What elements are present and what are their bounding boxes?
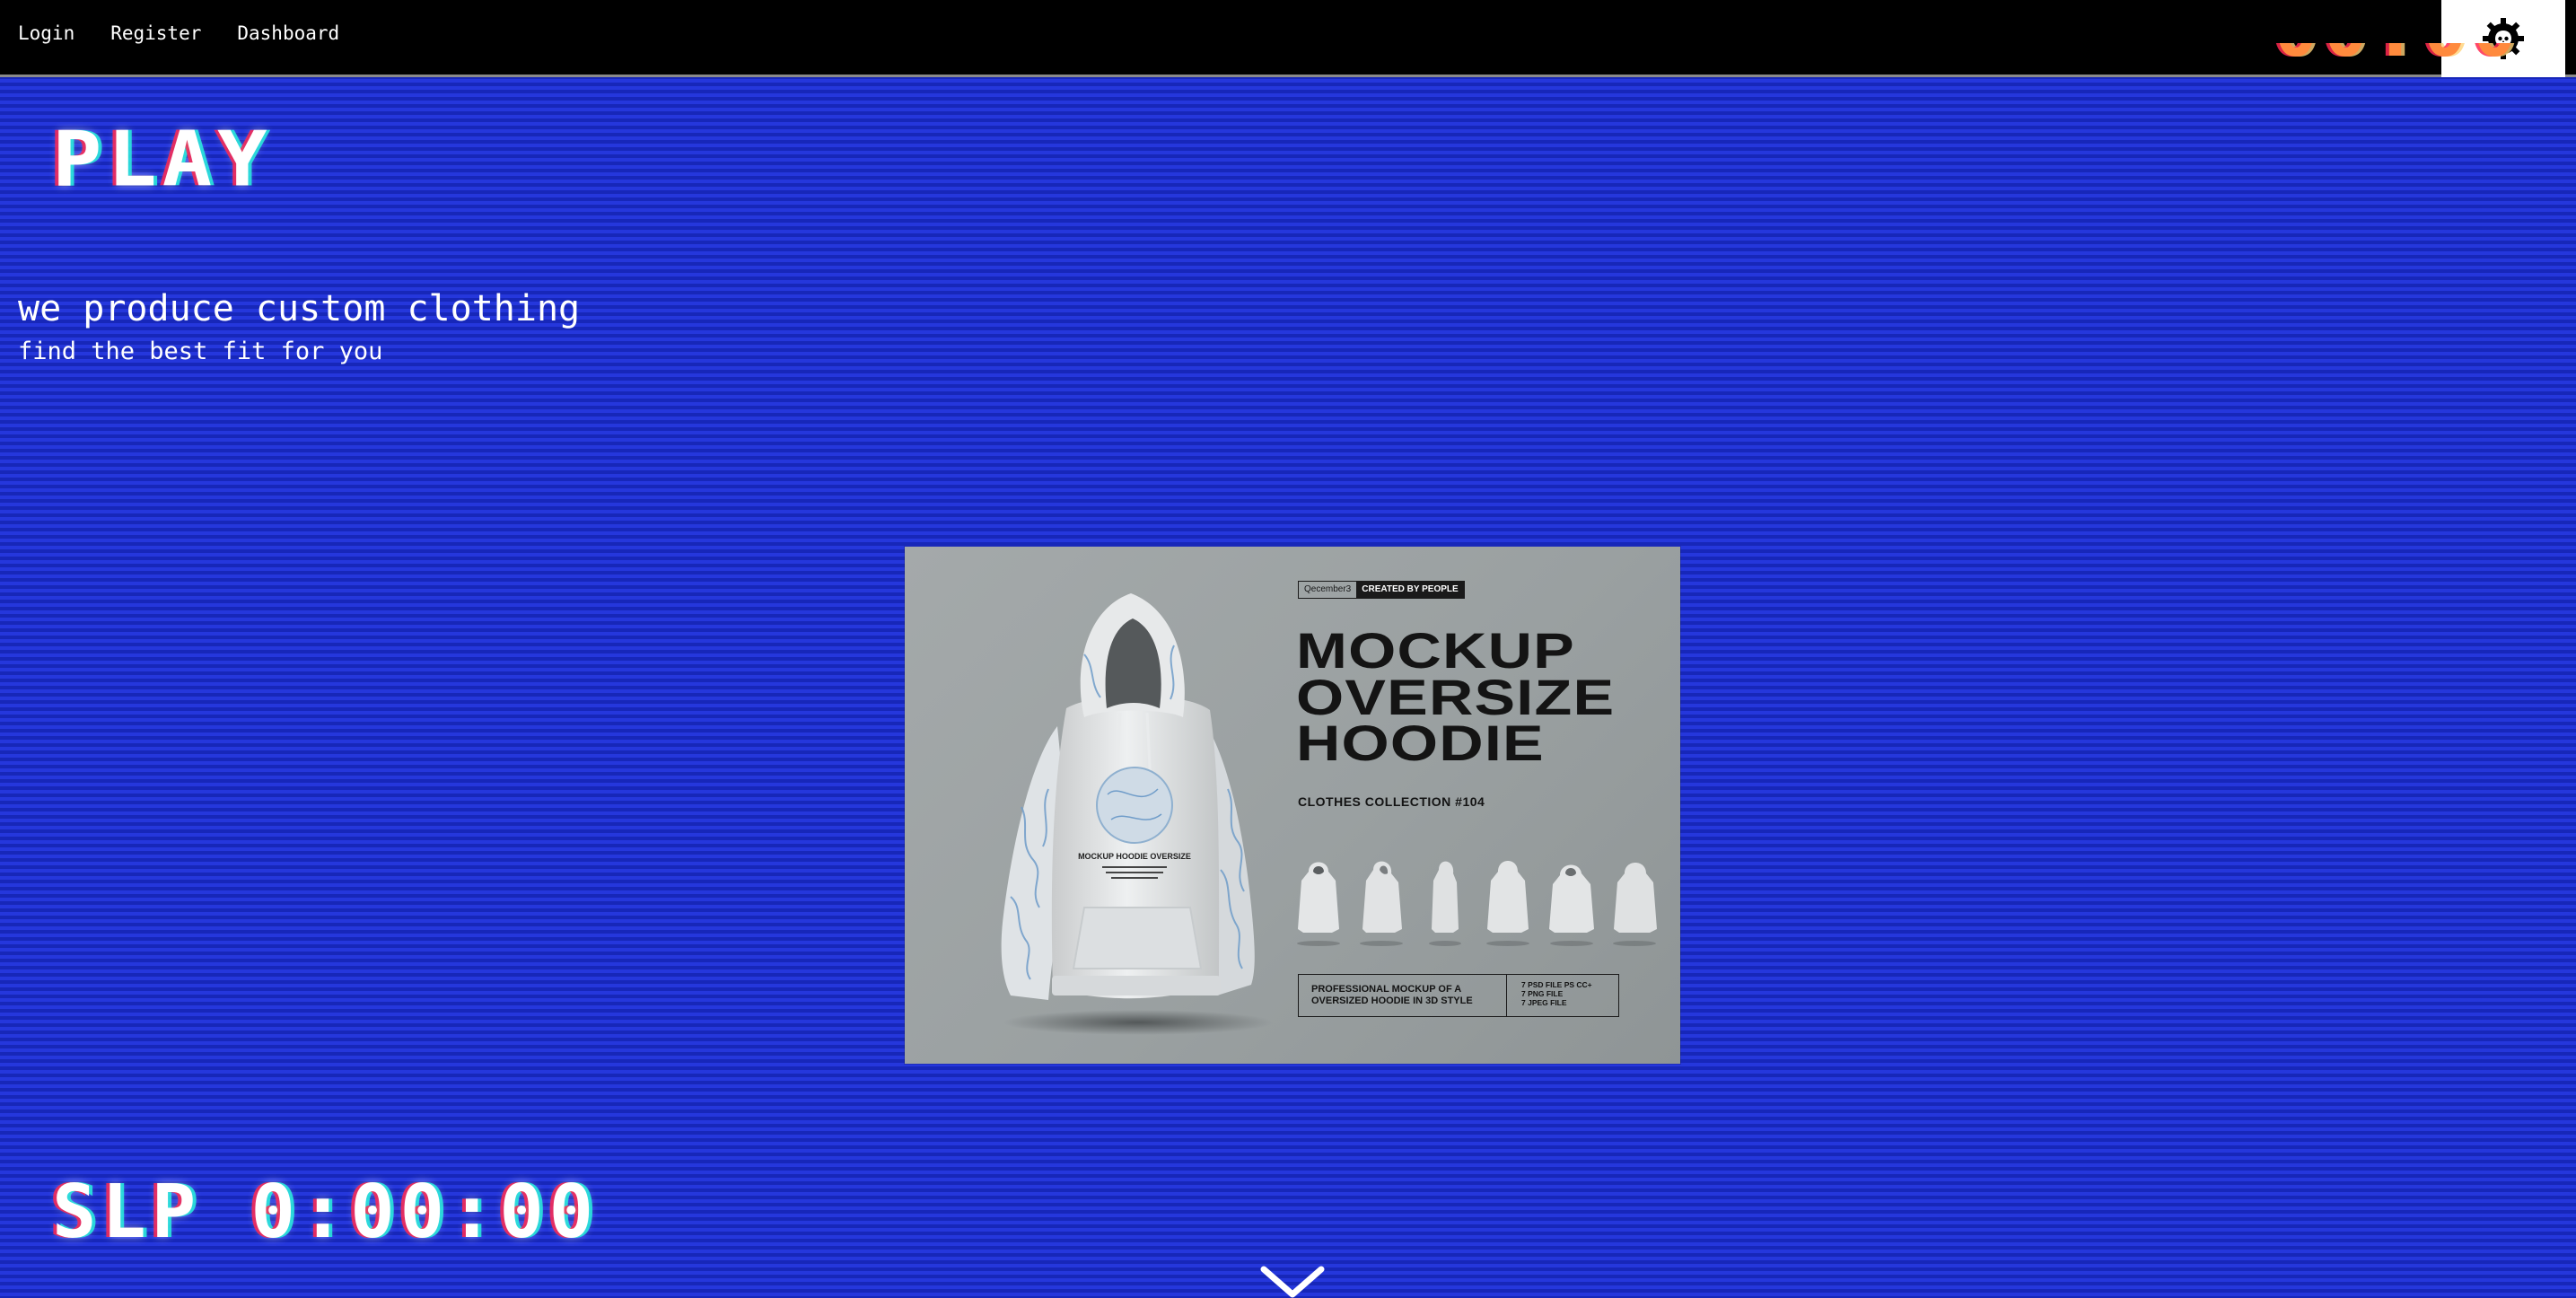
brand-badge: Qecember3 CREATED BY PEOPLE: [1298, 581, 1465, 599]
vhs-clock-readout: 00:00: [2274, 43, 2522, 99]
chevron-down-icon[interactable]: [1258, 1266, 1327, 1298]
collection-label: CLOTHES COLLECTION #104: [1298, 794, 1485, 809]
mockup-info-jpeg: 7 JPEG FILE: [1521, 998, 1567, 1008]
vhs-counter-label: SLP 0:00:00: [52, 1170, 600, 1255]
mockup-title-line-3: HOODIE: [1296, 715, 1545, 772]
brand-badge-right: CREATED BY PEOPLE: [1356, 582, 1464, 598]
hoodie-thumbnail-front: [1297, 862, 1340, 946]
hoodie-thumbnail-back: [1486, 861, 1530, 946]
hoodie-thumbnail-angle: [1360, 861, 1404, 946]
brand-badge-left: Qecember3: [1304, 584, 1352, 594]
nav-login-link[interactable]: Login: [18, 22, 74, 44]
hoodie-thumbnail-row: [1292, 848, 1660, 947]
vhs-play-label: PLAY: [52, 115, 273, 204]
nav-links: Login Register Dashboard: [18, 0, 339, 66]
hoodie-thumbnail-side: [1428, 861, 1461, 946]
nav-dashboard-link[interactable]: Dashboard: [237, 22, 339, 44]
chest-print-title: MOCKUP HOODIE OVERSIZE: [1078, 852, 1191, 861]
mockup-title: MOCKUP OVERSIZE HOODIE: [1296, 626, 1615, 768]
mockup-info-description: PROFESSIONAL MOCKUP OF A OVERSIZED HOODI…: [1299, 975, 1507, 1016]
mockup-info-box: PROFESSIONAL MOCKUP OF A OVERSIZED HOODI…: [1298, 974, 1619, 1017]
hero-heading: we produce custom clothing: [18, 288, 581, 329]
vhs-clock-text: 00:00: [2274, 43, 2522, 68]
nav-register-link[interactable]: Register: [110, 22, 201, 44]
top-navbar: Login Register Dashboard: [0, 0, 2576, 77]
mockup-info-files: 7 PSD FILE PS CC+ 7 PNG FILE 7 JPEG FILE: [1507, 975, 1618, 1016]
product-mockup-image: MOCKUP HOODIE OVERSIZE Qecember3 CREATED…: [905, 547, 1680, 1064]
mockup-info-psd: 7 PSD FILE PS CC+: [1521, 980, 1592, 989]
hero-subheading: find the best fit for you: [18, 338, 383, 365]
hoodie-thumbnail-rear-angle: [1612, 863, 1657, 946]
mockup-info-png: 7 PNG FILE: [1521, 989, 1564, 999]
hoodie-thumbnail-three-quarter: [1548, 864, 1594, 946]
hoodie-illustration: MOCKUP HOODIE OVERSIZE: [1001, 593, 1273, 1035]
